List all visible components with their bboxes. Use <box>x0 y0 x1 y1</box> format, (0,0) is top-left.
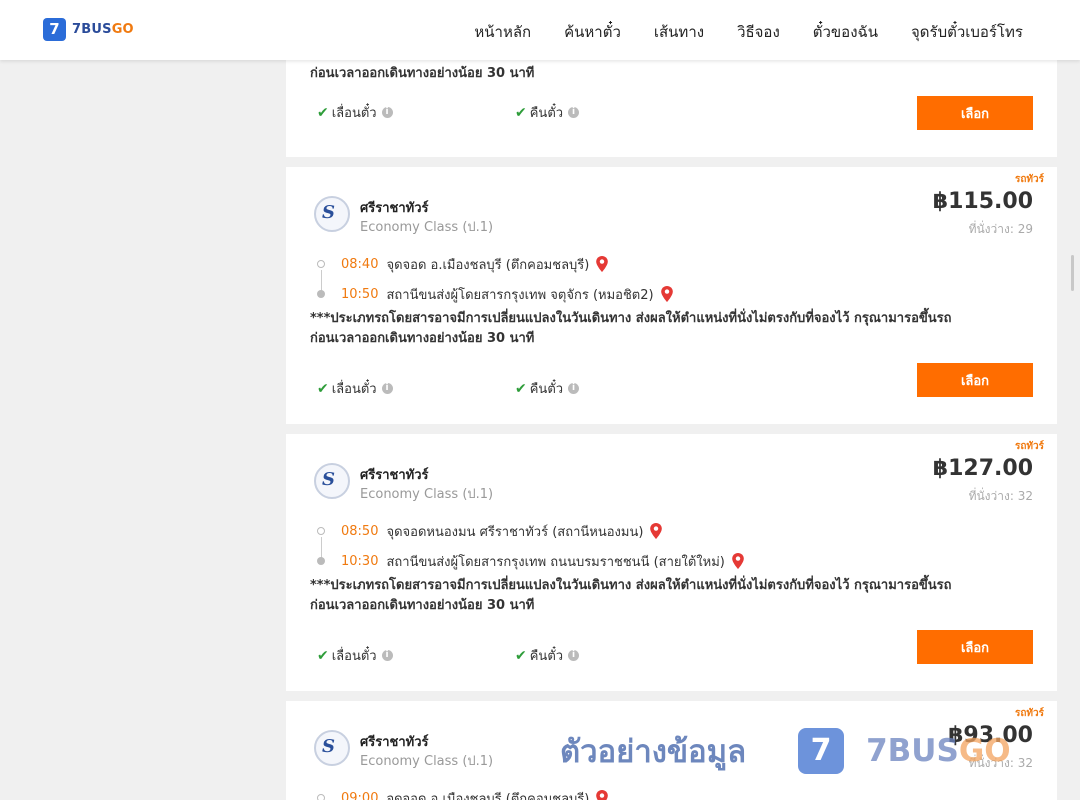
departure-dot <box>317 794 325 800</box>
operator-logo: S <box>314 730 350 766</box>
seats-available: ที่นั่งว่าง: 32 <box>968 489 1033 503</box>
nav-routes[interactable]: เส้นทาง <box>654 20 704 44</box>
route-timeline: 09:00 จุดจอด อ.เมืองชลบุรี (ตึกคอมชลบุรี… <box>312 783 1012 800</box>
info-icon[interactable]: i <box>568 107 580 118</box>
ticket-price: ฿127.00 <box>932 456 1033 481</box>
arrival-dot <box>317 557 325 565</box>
watermark-text: ตัวอย่างข้อมูล <box>560 734 747 770</box>
nav-home[interactable]: หน้าหลัก <box>474 20 531 44</box>
arrival-time: 10:50 <box>341 286 379 302</box>
top-header: 7 7BUSGO หน้าหลัก ค้นหาตั๋ว เส้นทาง วิธี… <box>0 0 1080 60</box>
trip-note-line: ***ประเภทรถโดยสารอาจมีการเปลี่ยนแปลงในวั… <box>310 578 952 593</box>
route-timeline: 08:50 จุดจอดหนองมน ศรีราชาทัวร์ (สถานีหน… <box>312 516 1012 576</box>
logo-text: 7BUS <box>72 22 112 37</box>
check-icon: ✔ <box>515 380 527 397</box>
departure-stop: 09:00 จุดจอด อ.เมืองชลบุรี (ตึกคอมชลบุรี… <box>312 783 1012 800</box>
arrival-stop: 10:30 สถานีขนส่งผู้โดยสารกรุงเทพ ถนนบรมร… <box>312 546 1012 576</box>
feature-label: คืนตั๋ว <box>529 106 564 121</box>
feature-reschedule: ✔ เลื่อนตั๋ว i <box>317 102 393 123</box>
arrival-dot <box>317 290 325 298</box>
feature-label: เลื่อนตั๋ว <box>331 649 377 664</box>
logo-text-go: GO <box>111 22 134 37</box>
map-pin-icon[interactable] <box>649 523 663 539</box>
watermark-brand-go: GO <box>958 733 1011 769</box>
watermark-brand: 7BUS <box>866 733 959 769</box>
arrival-place: สถานีขนส่งผู้โดยสารกรุงเทพ จตุจักร (หมอช… <box>386 287 654 303</box>
select-button[interactable]: เลือก <box>917 630 1033 664</box>
departure-time: 08:40 <box>341 256 379 272</box>
operator-name: ศรีราชาทัวร์ <box>360 201 429 216</box>
ticket-price: ฿115.00 <box>932 189 1033 214</box>
bus-class: Economy Class (ป.1) <box>360 220 494 235</box>
info-icon[interactable]: i <box>568 383 580 394</box>
scrollbar-thumb[interactable] <box>1071 255 1074 291</box>
check-icon: ✔ <box>515 104 527 121</box>
nav-how-to-book[interactable]: วิธีจอง <box>737 20 780 44</box>
feature-label: เลื่อนตั๋ว <box>331 382 377 397</box>
info-icon[interactable]: i <box>381 107 393 118</box>
departure-stop: 08:50 จุดจอดหนองมน ศรีราชาทัวร์ (สถานีหน… <box>312 516 1012 546</box>
operator-logo: S <box>314 463 350 499</box>
logo-mark: 7 <box>43 18 66 41</box>
check-icon: ✔ <box>515 647 527 664</box>
arrival-time: 10:30 <box>341 553 379 569</box>
feature-label: เลื่อนตั๋ว <box>331 106 377 121</box>
operator-name: ศรีราชาทัวร์ <box>360 735 429 750</box>
site-logo[interactable]: 7 7BUSGO <box>43 18 134 41</box>
trip-note-line: ก่อนเวลาออกเดินทางอย่างน้อย 30 นาที <box>310 598 535 613</box>
arrival-stop: 10:50 สถานีขนส่งผู้โดยสารกรุงเทพ จตุจักร… <box>312 279 1012 309</box>
operator-logo: S <box>314 196 350 232</box>
feature-label: คืนตั๋ว <box>529 382 564 397</box>
map-pin-icon[interactable] <box>595 790 609 800</box>
map-pin-icon[interactable] <box>731 553 745 569</box>
check-icon: ✔ <box>317 380 329 397</box>
departure-dot <box>317 527 325 535</box>
watermark: ตัวอย่างข้อมูล 7 7BUSGO <box>560 726 1011 776</box>
info-icon[interactable]: i <box>568 650 580 661</box>
select-button[interactable]: เลือก <box>917 363 1033 397</box>
feature-label: คืนตั๋ว <box>529 649 564 664</box>
trip-note: ***ประเภทรถโดยสารอาจมีการเปลี่ยนแปลงในวั… <box>310 309 1040 349</box>
map-pin-icon[interactable] <box>595 256 609 272</box>
watermark-logo-mark: 7 <box>798 728 845 774</box>
bus-type-tag: รถทัวร์ <box>1014 174 1044 185</box>
departure-time: 08:50 <box>341 523 379 539</box>
route-timeline: 08:40 จุดจอด อ.เมืองชลบุรี (ตึกคอมชลบุรี… <box>312 249 1012 309</box>
nav-ticket-points[interactable]: จุดรับตั๋วเบอร์โทร <box>911 20 1023 44</box>
departure-dot <box>317 260 325 268</box>
bus-type-tag: รถทัวร์ <box>1014 708 1044 719</box>
map-pin-icon[interactable] <box>660 286 674 302</box>
feature-refund: ✔ คืนตั๋ว i <box>515 645 580 666</box>
select-button[interactable]: เลือก <box>917 96 1033 130</box>
departure-stop: 08:40 จุดจอด อ.เมืองชลบุรี (ตึกคอมชลบุรี… <box>312 249 1012 279</box>
trip-note: ***ประเภทรถโดยสารอาจมีการเปลี่ยนแปลงในวั… <box>310 576 1040 616</box>
departure-place: จุดจอด อ.เมืองชลบุรี (ตึกคอมชลบุรี) <box>386 257 590 273</box>
arrival-place: สถานีขนส่งผู้โดยสารกรุงเทพ ถนนบรมราชชนนี… <box>386 554 725 570</box>
departure-place: จุดจอด อ.เมืองชลบุรี (ตึกคอมชลบุรี) <box>386 791 590 800</box>
bus-type-tag: รถทัวร์ <box>1014 441 1044 452</box>
nav-search-tickets[interactable]: ค้นหาตั๋ว <box>564 20 621 44</box>
bus-class: Economy Class (ป.1) <box>360 487 494 502</box>
trip-card: รถทัวร์ S ศรีราชาทัวร์ Economy Class (ป.… <box>286 167 1057 424</box>
check-icon: ✔ <box>317 647 329 664</box>
trip-note: ก่อนเวลาออกเดินทางอย่างน้อย 30 นาที <box>310 66 535 81</box>
operator-name: ศรีราชาทัวร์ <box>360 468 429 483</box>
feature-refund: ✔ คืนตั๋ว i <box>515 378 580 399</box>
trip-card: รถทัวร์ S ศรีราชาทัวร์ Economy Class (ป.… <box>286 434 1057 691</box>
check-icon: ✔ <box>317 104 329 121</box>
main-nav: หน้าหลัก ค้นหาตั๋ว เส้นทาง วิธีจอง ตั๋วข… <box>474 20 1023 44</box>
info-icon[interactable]: i <box>381 383 393 394</box>
info-icon[interactable]: i <box>381 650 393 661</box>
departure-place: จุดจอดหนองมน ศรีราชาทัวร์ (สถานีหนองมน) <box>386 524 644 540</box>
trip-note-line: ***ประเภทรถโดยสารอาจมีการเปลี่ยนแปลงในวั… <box>310 311 952 326</box>
feature-reschedule: ✔ เลื่อนตั๋ว i <box>317 645 393 666</box>
bus-class: Economy Class (ป.1) <box>360 754 494 769</box>
departure-time: 09:00 <box>341 790 379 800</box>
nav-my-tickets[interactable]: ตั๋วของฉัน <box>813 20 878 44</box>
feature-refund: ✔ คืนตั๋ว i <box>515 102 580 123</box>
seats-available: ที่นั่งว่าง: 29 <box>968 222 1033 236</box>
trip-note-line: ก่อนเวลาออกเดินทางอย่างน้อย 30 นาที <box>310 331 535 346</box>
feature-reschedule: ✔ เลื่อนตั๋ว i <box>317 378 393 399</box>
